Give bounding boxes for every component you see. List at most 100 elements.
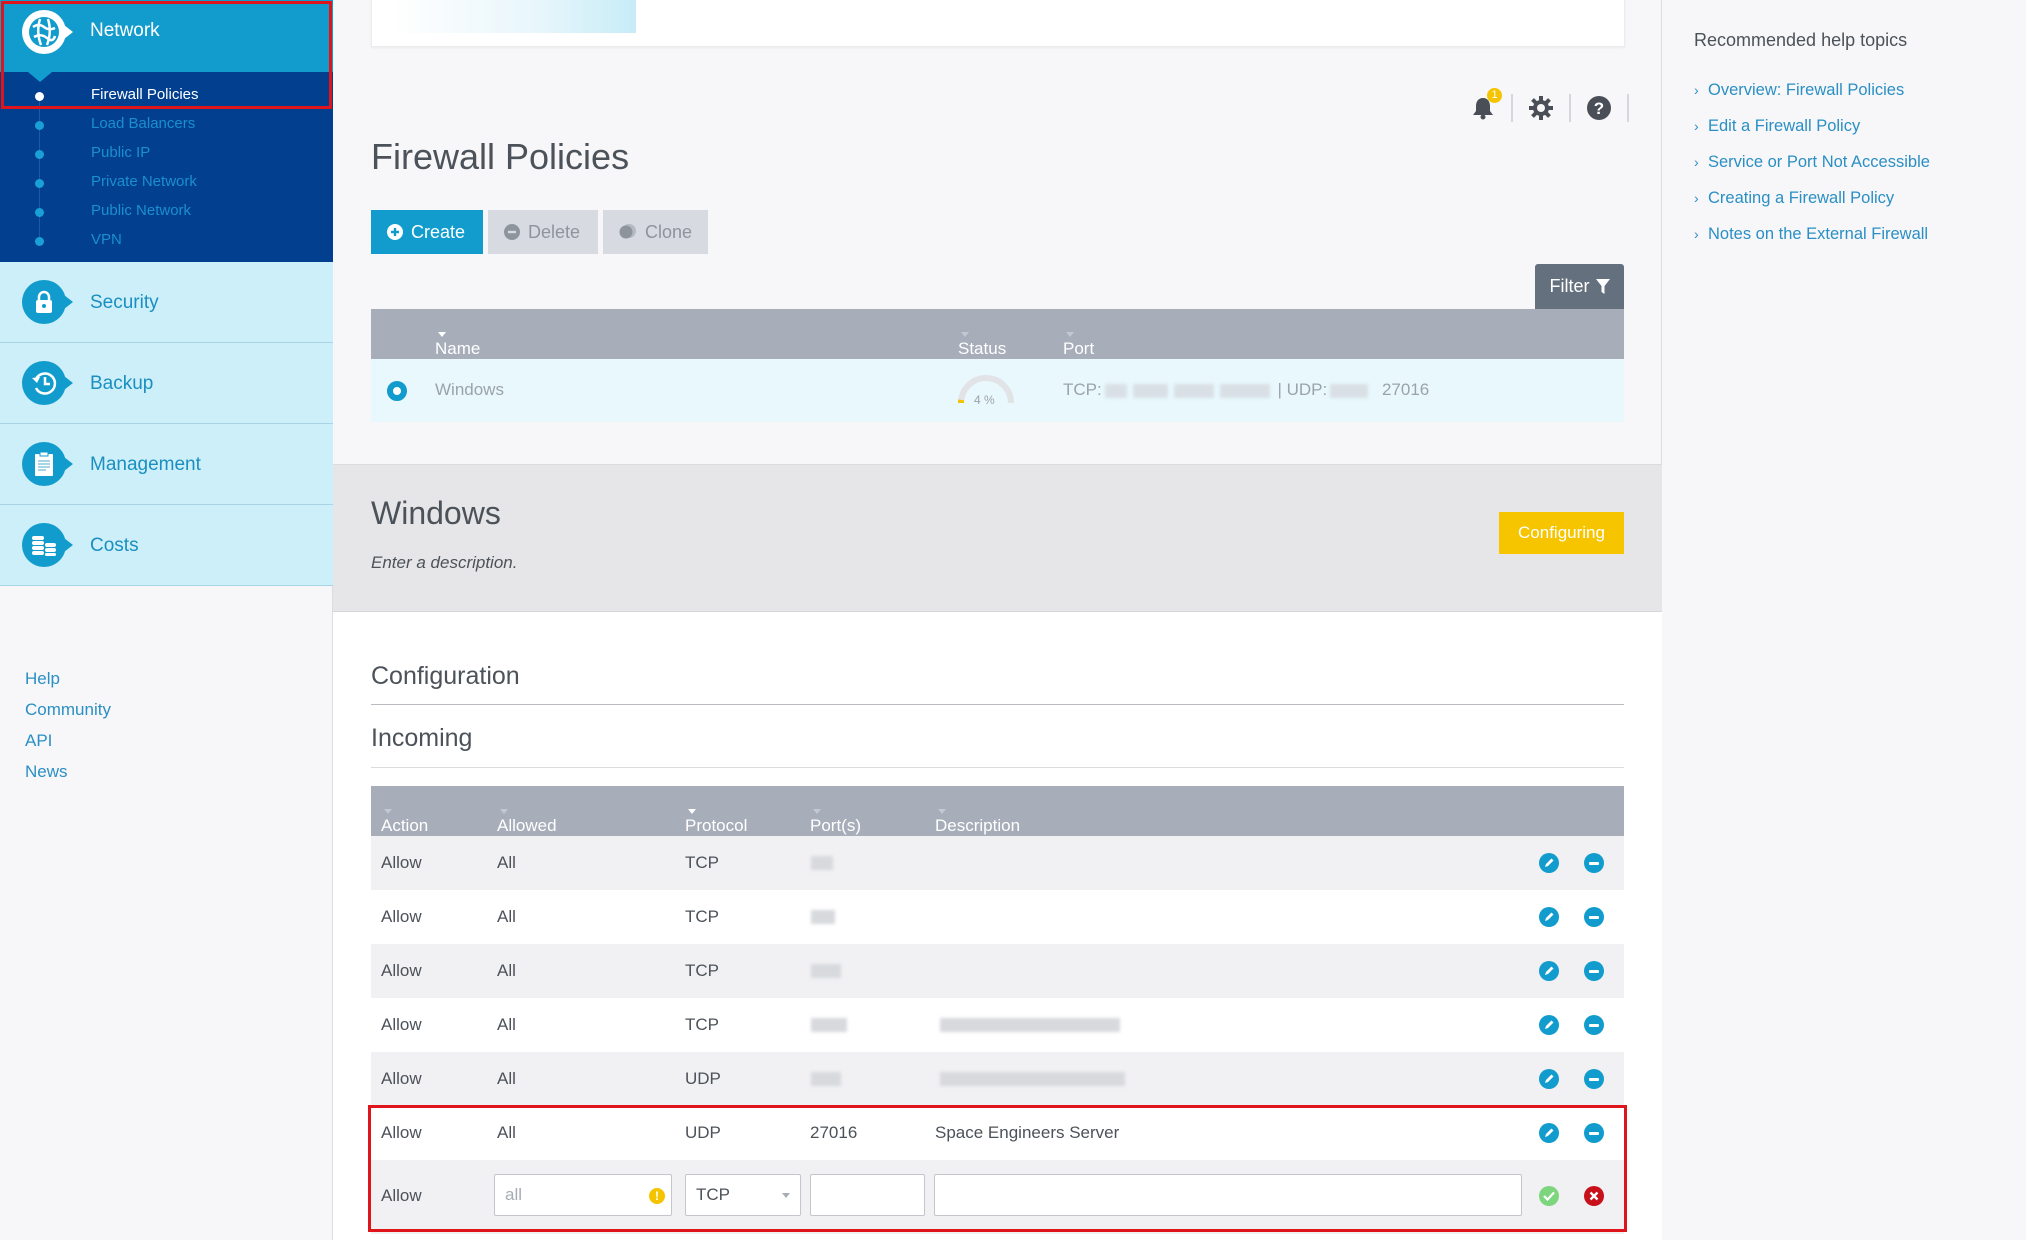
help-topic-label: Creating a Firewall Policy [1708,188,1895,207]
column-action-label: Action [381,816,429,835]
submenu-item-firewall-policies[interactable]: Firewall Policies [0,82,333,110]
help-topic-link[interactable]: › Service or Port Not Accessible [1694,144,1930,180]
policy-detail-header: Windows Enter a description. Configuring [333,464,1662,612]
filter-button[interactable]: Filter [1535,264,1624,309]
remove-rule-button[interactable] [1584,961,1604,981]
rule-protocol: TCP [685,907,719,926]
edit-rule-button[interactable] [1539,853,1559,873]
column-status[interactable]: Status [958,324,1006,358]
column-allowed-ip[interactable]: Allowed IP [497,801,557,855]
nav-management[interactable]: Management [0,424,333,505]
allowed-ip-input[interactable]: all ! [494,1174,672,1216]
row-select-radio[interactable] [387,381,407,401]
cancel-rule-button[interactable] [1584,1186,1604,1206]
nav-network[interactable]: Network [0,0,333,82]
edit-rule-button[interactable] [1539,907,1559,927]
close-icon [1589,1191,1599,1201]
submenu-item-public-network[interactable]: Public Network [0,198,333,226]
footer-link-api[interactable]: API [25,725,111,756]
rule-action: Allow [381,853,422,872]
rule-allowed-ip: All [497,1015,516,1034]
column-name[interactable]: Name [435,324,480,358]
settings-button[interactable] [1521,90,1561,126]
nav-security-label: Security [90,292,159,313]
coins-icon [22,523,73,567]
divider [371,767,1624,768]
column-description[interactable]: Description [935,801,1020,835]
help-topic-link[interactable]: › Overview: Firewall Policies [1694,72,1930,108]
submenu-item-vpn[interactable]: VPN [0,227,333,255]
help-icon: ? [1587,96,1611,120]
submenu-item-public-ip[interactable]: Public IP [0,140,333,168]
help-topic-link[interactable]: › Creating a Firewall Policy [1694,180,1930,216]
remove-rule-button[interactable] [1584,907,1604,927]
page-title: Firewall Policies [371,136,630,177]
column-name-label: Name [435,339,481,358]
nav-costs[interactable]: Costs [0,505,333,586]
submenu-label: Load Balancers [91,115,196,132]
rule-port: 27016 [810,1123,858,1142]
sidebar: Network Firewall Policies Load Balancers… [0,0,333,1240]
configuration-section: Configuration Incoming Action Allowed IP… [333,612,1662,1240]
edit-rule-button[interactable] [1539,1123,1559,1143]
policy-name: Windows [435,380,504,399]
submenu-item-private-network[interactable]: Private Network [0,169,333,197]
nav-costs-label: Costs [90,535,139,556]
detail-description[interactable]: Enter a description. [371,553,517,573]
delete-button[interactable]: Delete [488,210,598,254]
remove-rule-button[interactable] [1584,853,1604,873]
help-topic-label: Edit a Firewall Policy [1708,116,1861,135]
footer-link-help[interactable]: Help [25,663,111,694]
column-action[interactable]: Action [381,801,428,835]
redacted-value [1104,383,1127,398]
submenu-label: VPN [91,231,122,248]
edit-rule-button[interactable] [1539,1015,1559,1035]
filter-icon [1595,279,1610,294]
remove-rule-button[interactable] [1584,1123,1604,1143]
clone-button[interactable]: Clone [603,210,708,254]
pencil-icon [1545,1020,1554,1029]
divider [1511,94,1513,122]
pencil-icon [1545,858,1554,867]
policy-row[interactable]: Windows 4 % TCP: | UDP: 27016 [371,359,1624,422]
description-input[interactable] [934,1174,1522,1216]
column-port[interactable]: Port [1063,324,1094,358]
chevron-right-icon: › [1694,82,1699,98]
submenu-label: Private Network [91,173,197,190]
create-button[interactable]: Create [371,210,483,254]
help-topic-link[interactable]: › Edit a Firewall Policy [1694,108,1930,144]
action-toolbar: Create Delete Clone [371,210,708,254]
submenu-item-load-balancers[interactable]: Load Balancers [0,111,333,139]
column-ports-label: Port(s) [810,816,861,835]
chevron-right-icon: › [1694,226,1699,242]
rule-row: Allow All TCP [371,944,1624,998]
rule-description: Space Engineers Server [935,1123,1120,1142]
status-percent: 4 % [974,393,995,407]
help-topic-link[interactable]: › Notes on the External Firewall [1694,216,1930,252]
rule-protocol: UDP [685,1069,721,1088]
remove-rule-button[interactable] [1584,1069,1604,1089]
status-gauge: 4 % [956,371,1016,411]
confirm-rule-button[interactable] [1539,1186,1559,1206]
column-protocol[interactable]: Protocol [685,801,747,835]
edit-rule-button[interactable] [1539,1069,1559,1089]
nav-backup-label: Backup [90,373,154,394]
port-udp-label: | UDP: [1277,380,1328,399]
nav-backup[interactable]: Backup [0,343,333,424]
sort-caret-icon [938,809,946,815]
protocol-select[interactable]: TCP [685,1174,801,1216]
footer-link-news[interactable]: News [25,756,111,787]
notifications-button[interactable]: 1 [1463,88,1503,126]
help-button[interactable]: ? [1579,90,1619,126]
help-topics: › Overview: Firewall Policies › Edit a Fir… [1694,72,1930,252]
column-ports[interactable]: Port(s) [810,801,861,835]
nav-security[interactable]: Security [0,262,333,343]
rule-row: Allow All TCP [371,890,1624,944]
column-description-label: Description [935,816,1021,835]
footer-link-community[interactable]: Community [25,694,111,725]
port-input[interactable] [810,1174,925,1216]
bullet-icon [35,237,44,246]
column-protocol-label: Protocol [685,816,748,835]
edit-rule-button[interactable] [1539,961,1559,981]
remove-rule-button[interactable] [1584,1015,1604,1035]
